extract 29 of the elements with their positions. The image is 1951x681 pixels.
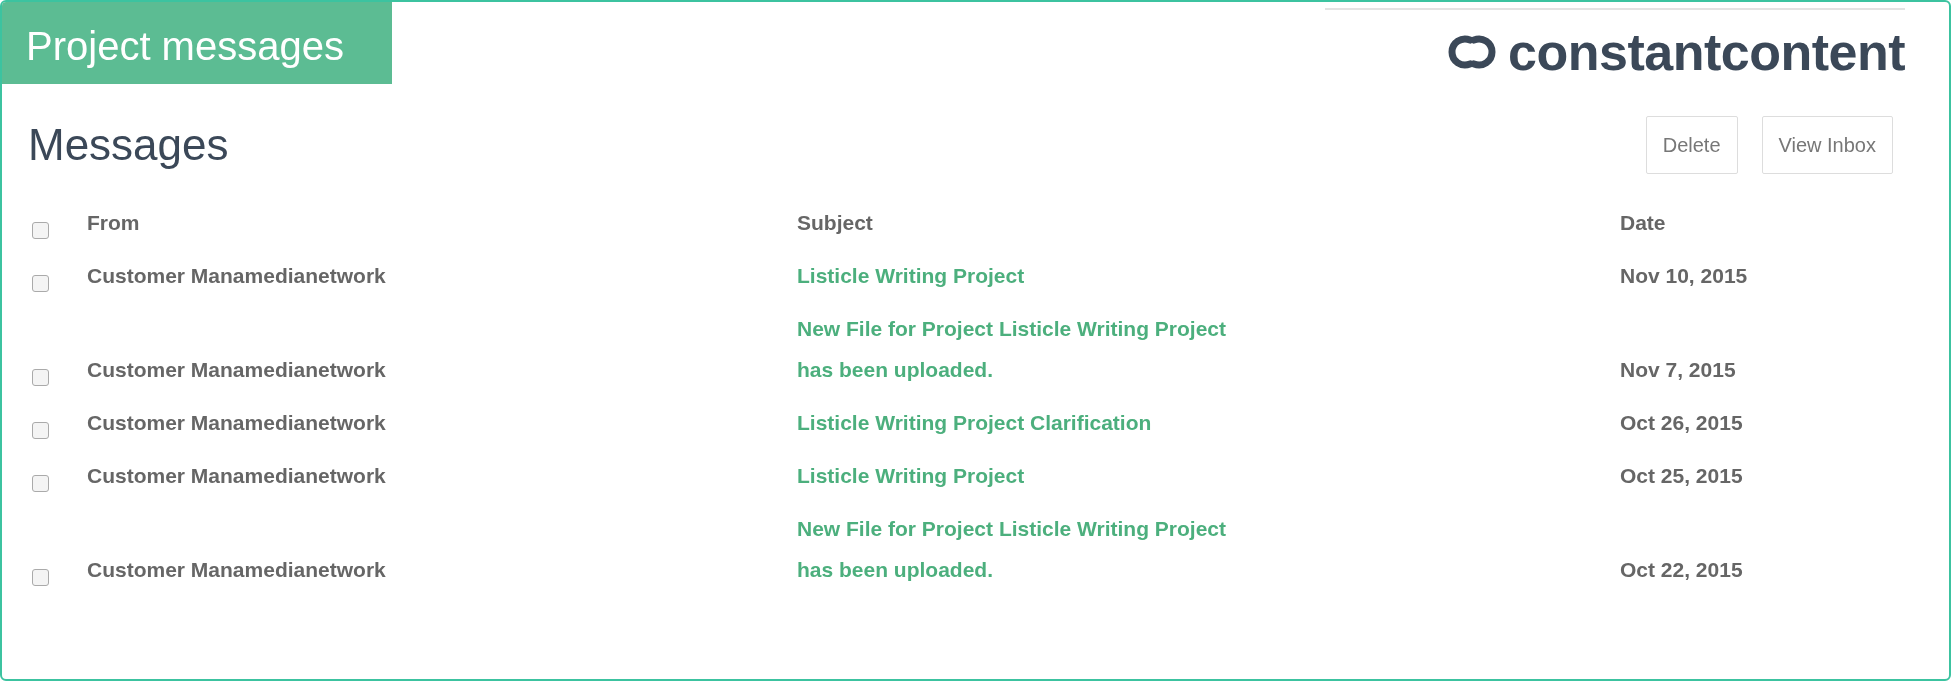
date-text: Oct 25, 2015 [1620,463,1744,489]
toolbar-button[interactable]: Delete [1645,116,1738,174]
sender-text: Customer Manamedianetwork [87,557,387,583]
date-text: Nov 7, 2015 [1620,357,1737,383]
sender-text: Customer Manamedianetwork [87,263,387,289]
checkbox[interactable] [32,275,49,292]
logo-text: constantcontent [1508,26,1905,78]
subject-link[interactable]: New File for Project Listicle Writing Project has been uploaded. [797,508,1247,590]
column-header: From [87,210,141,236]
column-header: Date [1620,210,1667,236]
sender-text: Customer Manamedianetwork [87,357,387,383]
toolbar-button[interactable]: View Inbox [1761,116,1893,174]
date-text: Oct 22, 2015 [1620,557,1744,583]
subject-link[interactable]: Listicle Writing Project Clarification [797,402,1152,443]
subject-link[interactable]: New File for Project Listicle Writing Project has been uploaded. [797,308,1247,390]
checkbox[interactable] [32,369,49,386]
date-text: Oct 26, 2015 [1620,410,1744,436]
page-heading: Messages [27,118,229,171]
column-header: Subject [797,210,874,236]
banner-title: Project messages [2,2,392,84]
checkbox[interactable] [32,422,49,439]
sender-text: Customer Manamedianetwork [87,463,387,489]
date-text: Nov 10, 2015 [1620,263,1749,289]
sender-text: Customer Manamedianetwork [87,410,387,436]
checkbox[interactable] [32,222,49,239]
subject-link[interactable]: Listicle Writing Project [797,455,1025,496]
subject-link[interactable]: Listicle Writing Project [797,255,1025,296]
checkbox[interactable] [32,569,49,586]
checkbox[interactable] [32,475,49,492]
